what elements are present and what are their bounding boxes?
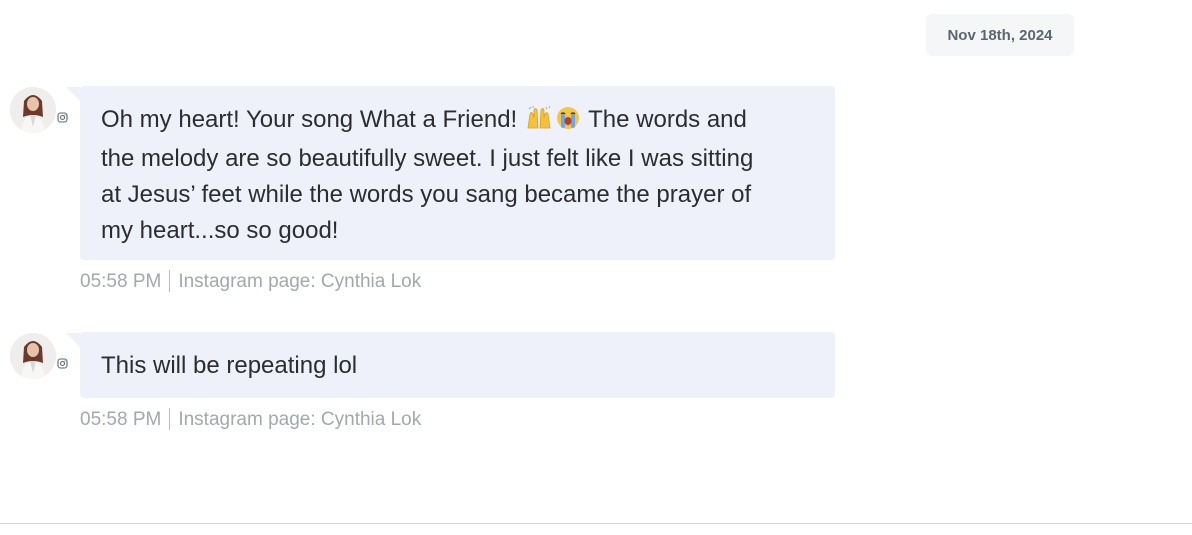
- message-meta: 05:58 PM Instagram page: Cynthia Lok: [80, 408, 421, 431]
- message-time: 05:58 PM: [80, 271, 162, 292]
- avatar[interactable]: [10, 87, 56, 133]
- instagram-icon: [57, 356, 68, 369]
- conversation-view: Nov 18th, 2024 Oh my heart! Your song Wh…: [0, 0, 1192, 535]
- meta-separator: [169, 270, 171, 292]
- meta-separator: [169, 408, 171, 430]
- message-bubble[interactable]: This will be repeating lol: [80, 332, 835, 398]
- bubble-tail: [66, 333, 80, 347]
- avatar[interactable]: [10, 333, 56, 379]
- bubble-tail: [66, 87, 80, 101]
- message-source: Instagram page: Cynthia Lok: [178, 271, 422, 292]
- message-text: This will be repeating lol: [101, 352, 358, 379]
- raising-hands-icon: [526, 105, 552, 141]
- date-divider: Nov 18th, 2024: [926, 14, 1074, 56]
- message-source: Instagram page: Cynthia Lok: [178, 409, 422, 430]
- message-bubble[interactable]: Oh my heart! Your song What a Friend! Th…: [80, 86, 835, 260]
- instagram-icon: [57, 110, 68, 123]
- message-time: 05:58 PM: [80, 409, 162, 430]
- message-meta: 05:58 PM Instagram page: Cynthia Lok: [80, 270, 421, 293]
- crying-face-icon: [556, 105, 580, 141]
- divider-line: [0, 523, 1192, 524]
- message-text: Oh my heart! Your song What a Friend! Th…: [101, 105, 754, 244]
